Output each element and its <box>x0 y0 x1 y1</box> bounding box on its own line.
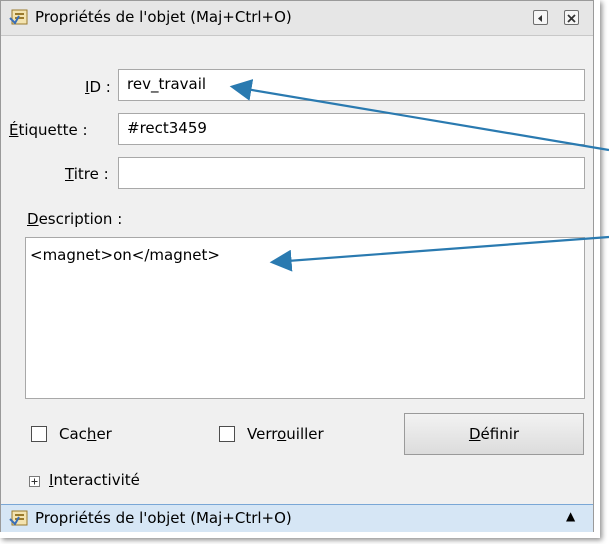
close-icon <box>567 14 576 23</box>
title-input[interactable] <box>118 157 585 189</box>
dialog-frame: Propriétés de l'objet (Maj+Ctrl+O) ID : … <box>0 0 594 532</box>
label-label: Étiquette : <box>9 121 88 139</box>
undock-button[interactable] <box>533 10 548 25</box>
title-label: Titre : <box>65 165 109 183</box>
dialog-panel: Propriétés de l'objet (Maj+Ctrl+O) ID : … <box>0 0 600 538</box>
object-properties-icon <box>9 9 28 25</box>
object-properties-icon <box>9 510 28 526</box>
label-input[interactable]: #rect3459 <box>118 113 585 145</box>
id-input[interactable]: rev_travail <box>118 69 585 101</box>
description-label: Description : <box>27 210 123 228</box>
window-title: Propriétés de l'objet (Maj+Ctrl+O) <box>35 8 292 26</box>
lock-checkbox[interactable] <box>219 426 235 442</box>
define-button[interactable]: Définir <box>404 413 584 455</box>
dock-title: Propriétés de l'objet (Maj+Ctrl+O) <box>35 509 292 527</box>
expand-interactivity-icon[interactable] <box>29 476 40 487</box>
title-bar[interactable]: Propriétés de l'objet (Maj+Ctrl+O) <box>1 1 593 36</box>
hide-checkbox[interactable] <box>31 426 47 442</box>
description-textarea[interactable]: <magnet>on</magnet> <box>25 237 585 399</box>
dock-tab[interactable]: Propriétés de l'objet (Maj+Ctrl+O) ▲ <box>1 504 593 532</box>
close-button[interactable] <box>564 10 579 25</box>
collapse-arrow-icon[interactable]: ▲ <box>566 509 575 523</box>
lock-label[interactable]: Verrouiller <box>247 425 324 443</box>
id-label: ID : <box>85 78 111 96</box>
hide-label[interactable]: Cacher <box>59 425 112 443</box>
interactivity-label[interactable]: Interactivité <box>49 471 140 489</box>
undock-icon <box>538 15 542 22</box>
